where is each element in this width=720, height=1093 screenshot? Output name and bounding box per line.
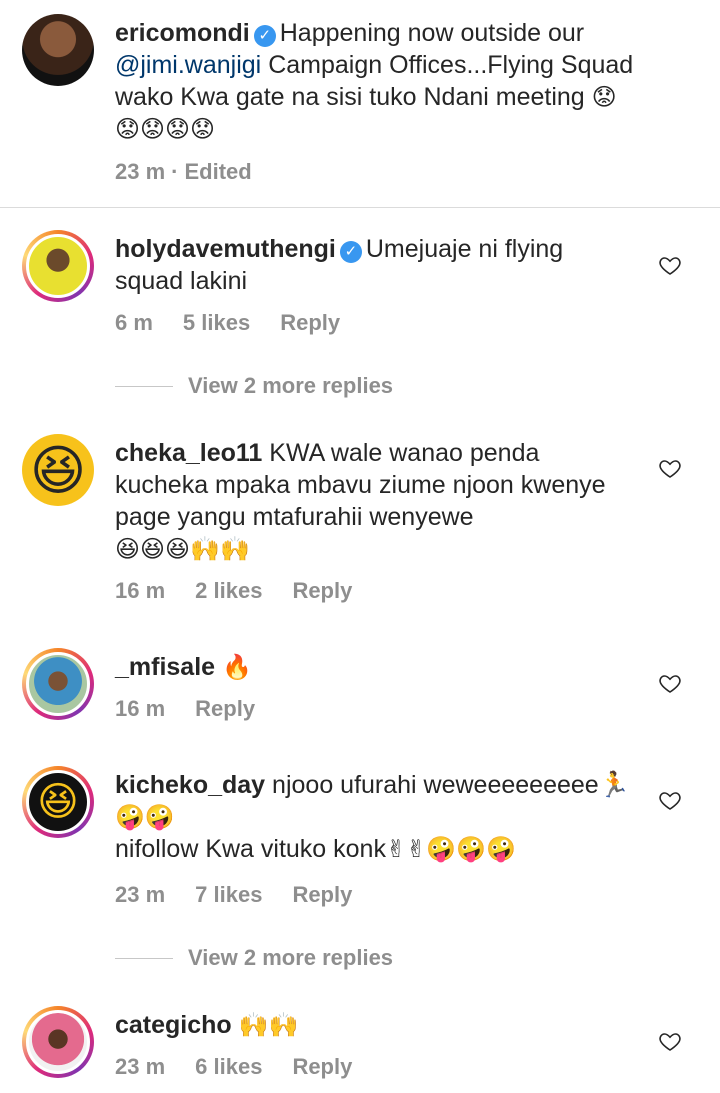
reply-button[interactable]: Reply (280, 310, 340, 335)
comment-text: cheka_leo11 KWA wale wanao penda kucheka… (115, 437, 635, 565)
comment-likes[interactable]: 2 likes (195, 578, 262, 603)
comment-text: kicheko_day njooo ufurahi weweeeeeeeee🏃 🤪… (115, 769, 635, 865)
comment-time: 23 m (115, 882, 166, 907)
avatar-image (26, 234, 90, 298)
comment-likes[interactable]: 6 likes (195, 1054, 262, 1079)
view-more-replies[interactable]: View 2 more replies (115, 373, 393, 399)
comment-likes[interactable]: 7 likes (195, 882, 262, 907)
comment-text: holydavemuthengi ✓ Umejuaje ni flying squa… (115, 233, 635, 297)
avatar-image (22, 14, 94, 86)
post-meta: 23 m · Edited (115, 159, 282, 185)
view-more-label: View 2 more replies (188, 945, 394, 970)
comment-username[interactable]: holydavemuthengi (115, 235, 336, 263)
comment-text: categicho 🙌🙌 (115, 1009, 635, 1041)
comment-meta: 16 m Reply (115, 696, 285, 722)
verified-badge-icon: ✓ (339, 241, 362, 263)
comment-username[interactable]: kicheko_day (115, 771, 265, 799)
post-username[interactable]: ericomondi (115, 19, 250, 47)
avatar-ericomondi[interactable] (22, 14, 94, 86)
avatar-categicho[interactable] (22, 1006, 94, 1078)
avatar-mfisale[interactable] (22, 648, 94, 720)
post-time: 23 m (115, 159, 166, 184)
comment-meta: 23 m 7 likes Reply (115, 882, 382, 908)
post-caption: ericomondi ✓ Happening now outside our @ji… (115, 17, 635, 145)
comment-emojis: 🤪🤪 (115, 803, 175, 831)
divider-line (115, 385, 173, 387)
divider-line (115, 957, 173, 959)
reply-button[interactable]: Reply (292, 1054, 352, 1079)
reply-button[interactable]: Reply (195, 696, 255, 721)
mention-link[interactable]: @jimi.wanjigi (115, 51, 261, 79)
comment-time: 6 m (115, 310, 153, 335)
comment-time: 16 m (115, 578, 166, 603)
edited-label: Edited (184, 159, 252, 184)
view-more-replies[interactable]: View 2 more replies (115, 945, 393, 971)
reply-button[interactable]: Reply (292, 882, 352, 907)
heart-outline-icon[interactable] (658, 788, 682, 812)
laughing-face-icon: 😆 (26, 770, 90, 834)
comment-text: _mfisale 🔥 (115, 651, 635, 683)
caption-text-start: Happening now outside our (279, 19, 585, 47)
avatar-cheka-leo11[interactable]: 😆 (22, 434, 94, 506)
comment-emojis: 🙌🙌 (238, 1011, 299, 1039)
comment-body-line3: nifollow Kwa vituko konk (115, 835, 386, 863)
comment-username[interactable]: cheka_leo11 (115, 439, 262, 467)
comment-emojis: 😆😆😆🙌🙌 (115, 535, 250, 563)
heart-outline-icon[interactable] (658, 1029, 682, 1053)
comment-likes[interactable]: 5 likes (183, 310, 250, 335)
comment-body: njooo ufurahi weweeeeeeeee🏃 (272, 771, 630, 799)
meta-separator: · (171, 159, 179, 184)
avatar-kicheko-day[interactable]: 😆 (22, 766, 94, 838)
comment-time: 16 m (115, 696, 166, 721)
comment-meta: 6 m 5 likes Reply (115, 310, 370, 336)
comment-time: 23 m (115, 1054, 166, 1079)
avatar-holydavemuthengi[interactable] (22, 230, 94, 302)
fire-emoji: 🔥 (222, 653, 252, 681)
avatar-image (26, 1010, 90, 1074)
view-more-label: View 2 more replies (188, 373, 394, 398)
laughing-face-icon: 😆 (22, 434, 94, 506)
divider (0, 207, 720, 208)
heart-outline-icon[interactable] (658, 253, 682, 277)
verified-badge-icon: ✓ (253, 25, 276, 47)
comment-meta: 16 m 2 likes Reply (115, 578, 382, 604)
avatar-image (26, 652, 90, 716)
heart-outline-icon[interactable] (658, 671, 682, 695)
comment-username[interactable]: _mfisale (115, 653, 215, 681)
comment-username[interactable]: categicho (115, 1011, 232, 1039)
reply-button[interactable]: Reply (292, 578, 352, 603)
comment-meta: 23 m 6 likes Reply (115, 1054, 382, 1080)
heart-outline-icon[interactable] (658, 456, 682, 480)
comment-emojis-line3: ✌✌🤪🤪🤪 (385, 835, 516, 863)
